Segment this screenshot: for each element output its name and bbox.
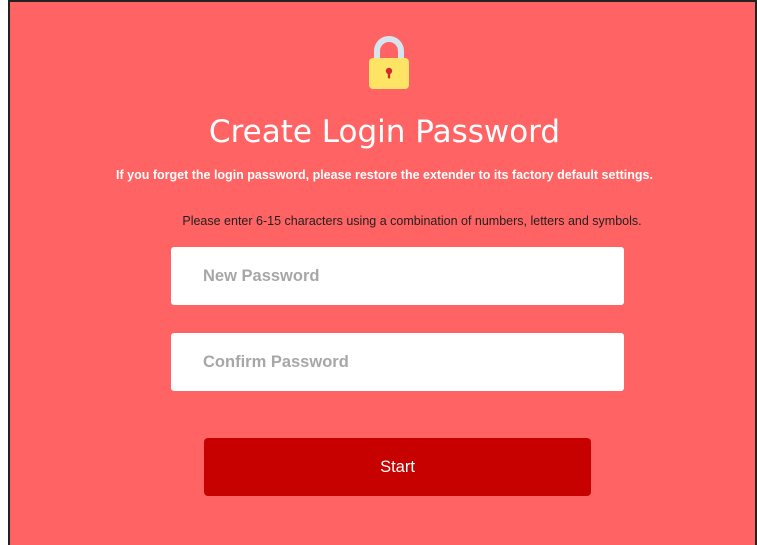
create-password-panel: Create Login Password If you forget the … <box>8 0 757 545</box>
confirm-password-input[interactable] <box>171 333 624 391</box>
reset-warning-text: If you forget the login password, please… <box>116 168 653 182</box>
new-password-input[interactable] <box>171 247 624 305</box>
padlock-icon <box>369 36 409 89</box>
start-button[interactable]: Start <box>204 438 591 496</box>
password-rules-hint: Please enter 6-15 characters using a com… <box>182 214 642 228</box>
page-title: Create Login Password <box>208 114 561 150</box>
